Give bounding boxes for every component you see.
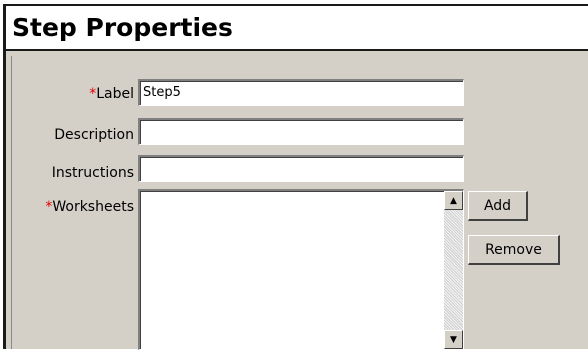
worksheets-text: Worksheets (52, 199, 134, 215)
label-input[interactable]: Step5 (138, 79, 464, 106)
panel-header: Step Properties (6, 6, 588, 51)
panel-left-divider (11, 56, 12, 349)
description-input[interactable] (138, 118, 464, 145)
worksheets-field-label: *Worksheets (45, 199, 134, 215)
scroll-up-icon[interactable]: ▲ (444, 191, 463, 210)
label-field-label: *Label (89, 86, 134, 102)
step-properties-panel: Step Properties *Label Step5 Description… (3, 4, 588, 350)
worksheets-scrollbar[interactable]: ▲ ▼ (444, 191, 463, 349)
description-field-label: Description (54, 127, 134, 143)
remove-button[interactable]: Remove (468, 235, 560, 265)
label-text: Label (96, 86, 134, 102)
add-button[interactable]: Add (468, 191, 528, 221)
scroll-down-icon[interactable]: ▼ (444, 330, 463, 349)
panel-title: Step Properties (12, 13, 233, 42)
instructions-field-label: Instructions (51, 165, 134, 181)
worksheets-listbox[interactable]: ▲ ▼ (138, 189, 464, 350)
instructions-input[interactable] (138, 155, 464, 182)
